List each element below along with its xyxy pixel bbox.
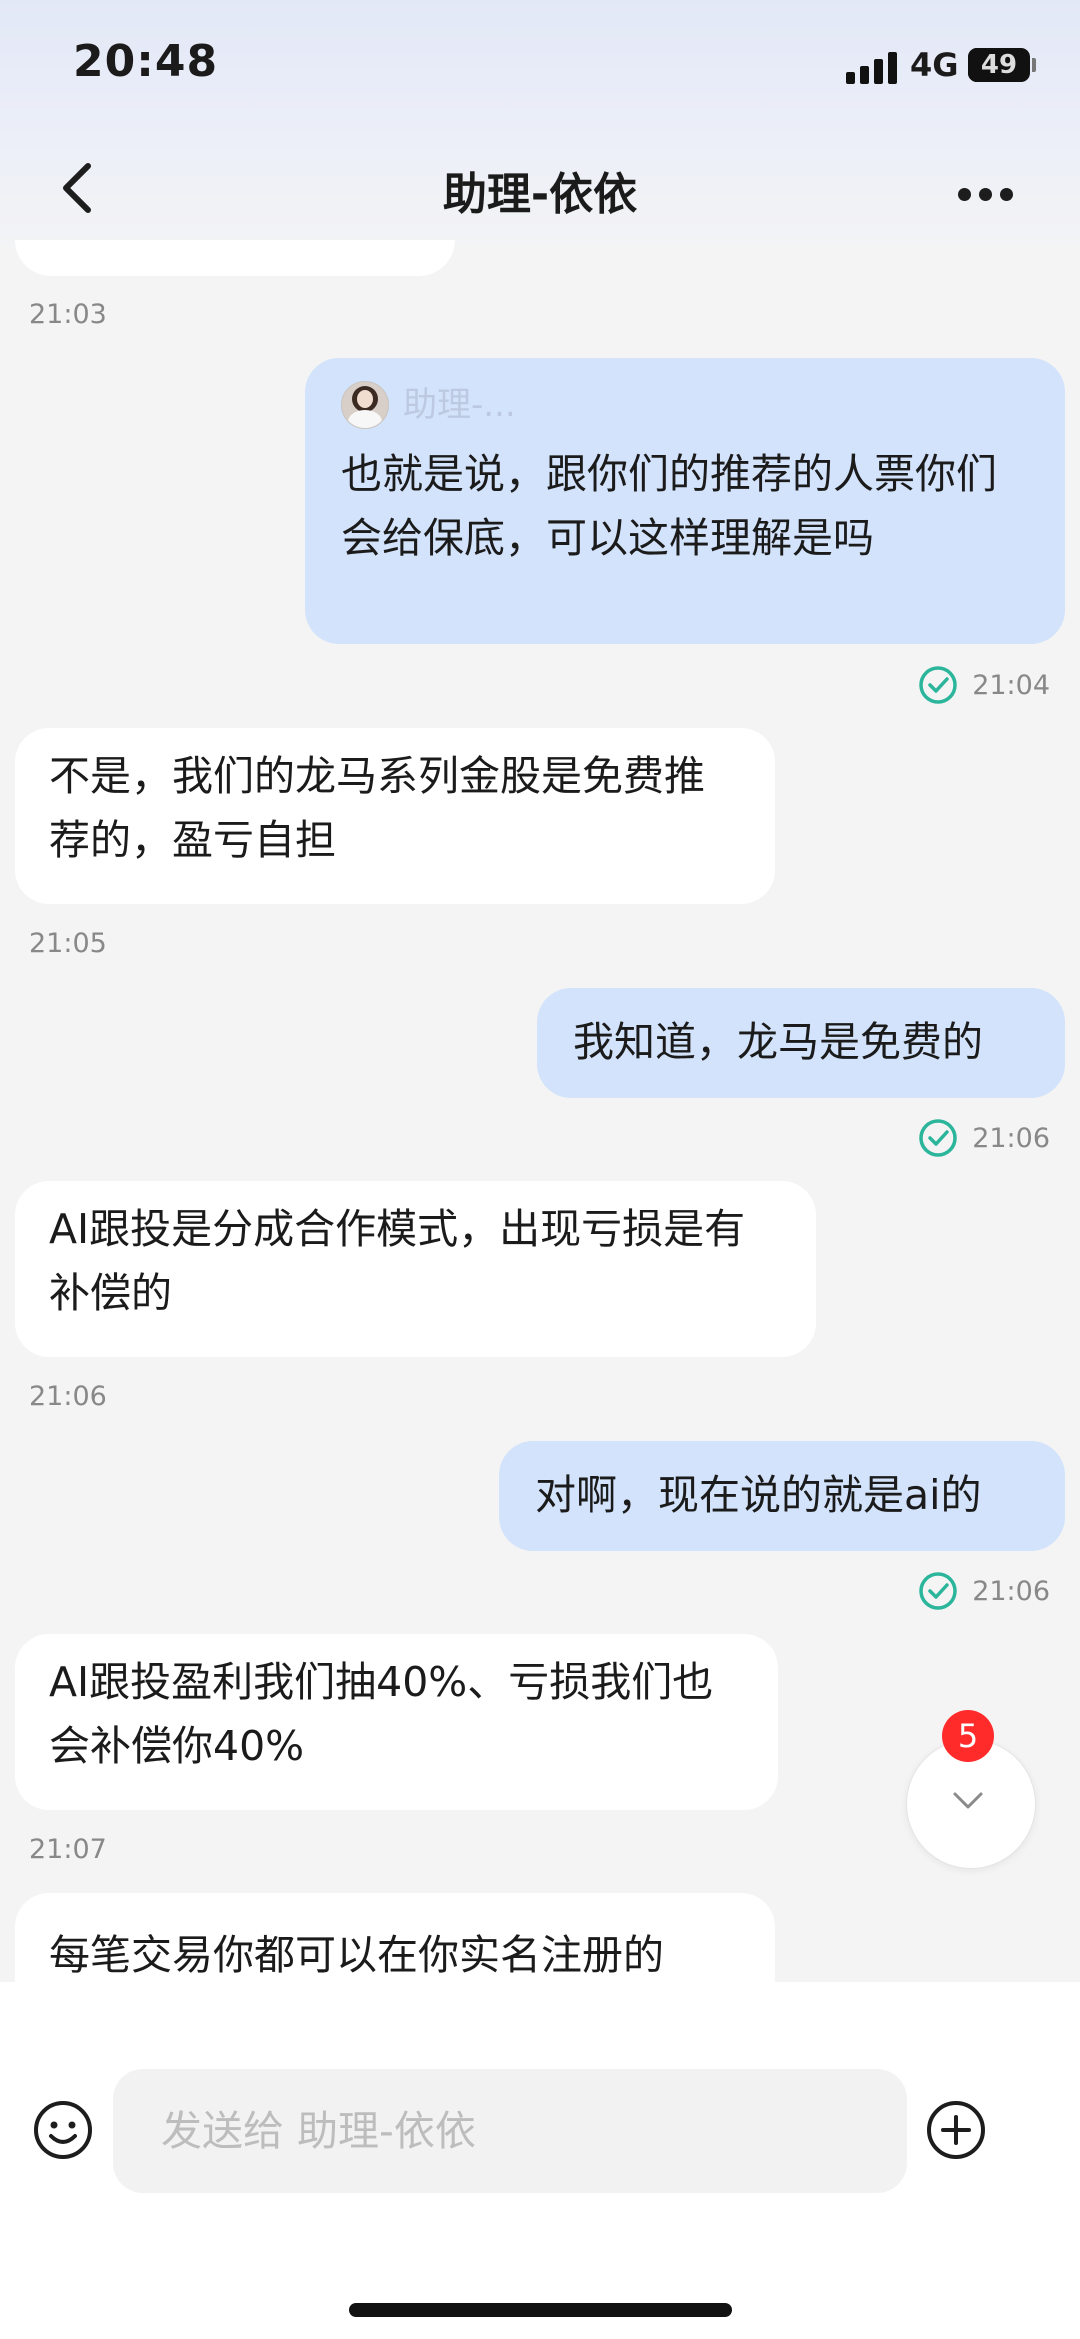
- message-status: 21:06: [918, 1116, 1050, 1160]
- message-time: 21:03: [29, 299, 107, 330]
- chat-title: 助理-依依: [442, 169, 638, 220]
- quoted-sender-name: 助理-...: [403, 385, 516, 425]
- message-time: 21:07: [29, 1834, 107, 1865]
- plus-circle-icon[interactable]: [925, 2099, 987, 2161]
- incoming-message[interactable]: 不是，我们的龙马系列金股是免费推荐的，盈亏自担: [15, 728, 775, 904]
- emoji-icon[interactable]: [32, 2099, 94, 2161]
- message-text: AI跟投盈利我们抽40%、亏损我们也会补偿你40%: [49, 1658, 714, 1770]
- previous-message-bubble[interactable]: [15, 240, 455, 276]
- battery-icon: 49: [968, 48, 1030, 82]
- message-text: 我知道，龙马是免费的: [573, 1018, 983, 1066]
- unread-count-badge: 5: [942, 1710, 994, 1762]
- chevron-down-icon: [953, 1792, 983, 1809]
- outgoing-message[interactable]: 对啊，现在说的就是ai的: [499, 1441, 1065, 1551]
- avatar: [341, 381, 389, 429]
- more-icon[interactable]: [958, 188, 1014, 202]
- message-text: 不是，我们的龙马系列金股是免费推荐的，盈亏自担: [49, 752, 705, 864]
- message-text: 也就是说，跟你们的推荐的人票你们会给保底，可以这样理解是吗: [341, 450, 997, 562]
- outgoing-message[interactable]: 我知道，龙马是免费的: [537, 988, 1065, 1098]
- check-circle-icon: [919, 1572, 957, 1610]
- message-time: 21:04: [972, 669, 1050, 701]
- status-time: 20:48: [73, 36, 219, 87]
- message-text: AI跟投是分成合作模式，出现亏损是有补偿的: [49, 1205, 746, 1317]
- message-input[interactable]: [113, 2069, 907, 2193]
- message-status: 21:06: [918, 1569, 1050, 1613]
- home-indicator: [349, 2303, 732, 2317]
- message-time: 21:06: [29, 1381, 107, 1412]
- message-time: 21:05: [29, 928, 107, 959]
- outgoing-message[interactable]: 助理-... 也就是说，跟你们的推荐的人票你们会给保底，可以这样理解是吗: [305, 358, 1065, 644]
- check-circle-icon: [919, 666, 957, 704]
- message-text: 对啊，现在说的就是ai的: [535, 1471, 982, 1519]
- battery-cap: [1032, 58, 1036, 72]
- message-status: 21:04: [918, 663, 1050, 707]
- incoming-message[interactable]: AI跟投是分成合作模式，出现亏损是有补偿的: [15, 1181, 816, 1357]
- quoted-reply[interactable]: 助理-...: [341, 378, 1029, 432]
- network-type: 4G: [910, 46, 959, 84]
- message-time: 21:06: [972, 1122, 1050, 1154]
- check-circle-icon: [919, 1119, 957, 1157]
- signal-icon: [846, 52, 898, 84]
- message-time: 21:06: [972, 1575, 1050, 1607]
- message-text: 每笔交易你都可以在你实名注册的: [49, 1931, 664, 1979]
- incoming-message[interactable]: AI跟投盈利我们抽40%、亏损我们也会补偿你40%: [15, 1634, 778, 1810]
- battery-level: 49: [980, 50, 1018, 80]
